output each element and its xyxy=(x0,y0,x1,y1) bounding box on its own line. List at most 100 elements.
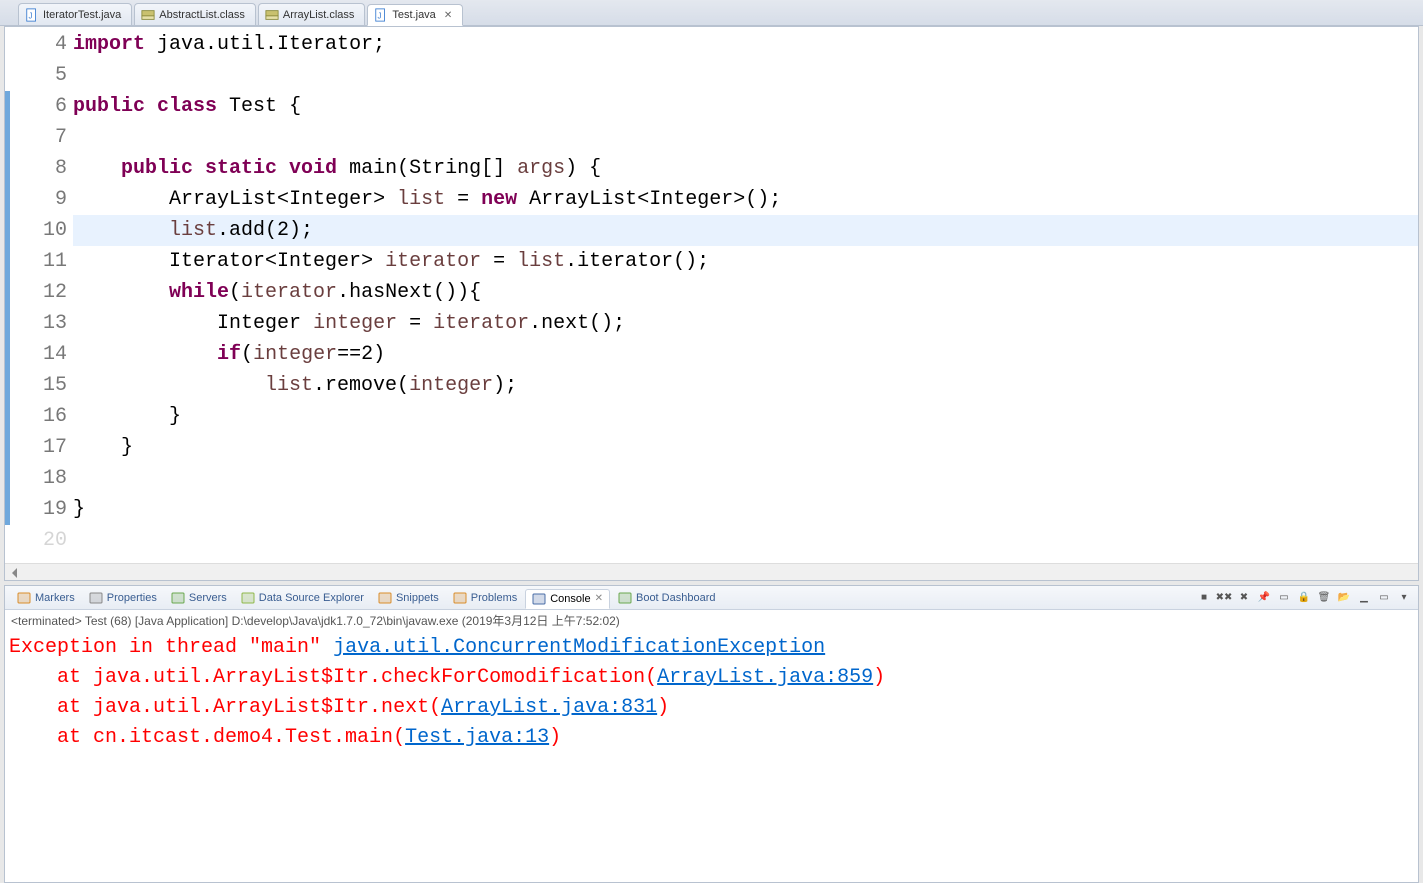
svg-text:J: J xyxy=(378,12,382,21)
remove-all-icon[interactable]: ✖✖ xyxy=(1216,590,1232,606)
code-line-6[interactable]: public class Test { xyxy=(73,91,1418,122)
console-output[interactable]: Exception in thread "main" java.util.Con… xyxy=(5,631,1418,755)
console-line-1: at java.util.ArrayList$Itr.checkForComod… xyxy=(9,663,1414,693)
tab-label: ArrayList.class xyxy=(283,9,355,21)
view-tab-label: Snippets xyxy=(396,592,439,604)
view-tab-data-source-explorer[interactable]: Data Source Explorer xyxy=(235,589,370,607)
view-tab-label: Data Source Explorer xyxy=(259,592,364,604)
line-number: 8 xyxy=(5,153,67,184)
problems-icon xyxy=(453,591,467,605)
console-text: at java.util.ArrayList$Itr.checkForComod… xyxy=(9,666,657,689)
console-text: at java.util.ArrayList$Itr.next( xyxy=(9,696,441,719)
console-text: at cn.itcast.demo4.Test.main( xyxy=(9,726,405,749)
view-tab-bar: Markers Properties Servers Data Source Expl… xyxy=(5,586,1418,610)
open-icon[interactable]: 📂 xyxy=(1336,590,1352,606)
line-number: 7 xyxy=(5,122,67,153)
view-tab-boot-dashboard[interactable]: Boot Dashboard xyxy=(612,589,722,607)
menu-icon[interactable]: ▾ xyxy=(1396,590,1412,606)
stacktrace-link[interactable]: Test.java:13 xyxy=(405,726,549,749)
java-file-icon: J xyxy=(25,8,39,22)
stacktrace-link[interactable]: ArrayList.java:831 xyxy=(441,696,657,719)
console-text: ) xyxy=(549,726,561,749)
tab-label: AbstractList.class xyxy=(159,9,245,21)
close-icon[interactable]: ✕ xyxy=(595,593,603,604)
line-number: 12 xyxy=(5,277,67,308)
dse-icon xyxy=(241,591,255,605)
view-tab-label: Servers xyxy=(189,592,227,604)
editor-tab-3[interactable]: J Test.java ✕ xyxy=(367,4,463,26)
code-line-17[interactable]: } xyxy=(73,432,1418,463)
remove-icon[interactable]: ✖ xyxy=(1236,590,1252,606)
class-file-icon xyxy=(141,8,155,22)
horizontal-scrollbar[interactable] xyxy=(5,563,1418,580)
line-number: 17 xyxy=(5,432,67,463)
code-line-15[interactable]: list.remove(integer); xyxy=(73,370,1418,401)
min-icon[interactable]: ▁ xyxy=(1356,590,1372,606)
close-icon[interactable]: ✕ xyxy=(444,10,452,21)
code-line-5[interactable] xyxy=(73,60,1418,91)
code-line-18[interactable] xyxy=(73,463,1418,494)
line-number: 13 xyxy=(5,308,67,339)
code-line-8[interactable]: public static void main(String[] args) { xyxy=(73,153,1418,184)
view-tab-label: Console xyxy=(550,593,590,605)
clear-icon[interactable]: 🗑 xyxy=(1316,590,1332,606)
tab-label: Test.java xyxy=(392,9,435,21)
console-line-0: Exception in thread "main" java.util.Con… xyxy=(9,633,1414,663)
view-tab-label: Properties xyxy=(107,592,157,604)
line-number: 14 xyxy=(5,339,67,370)
stacktrace-link[interactable]: java.util.ConcurrentModificationExceptio… xyxy=(333,636,825,659)
tab-label: IteratorTest.java xyxy=(43,9,121,21)
line-number: 10 xyxy=(5,215,67,246)
console-line-3: at cn.itcast.demo4.Test.main(Test.java:1… xyxy=(9,723,1414,753)
console-text: Exception in thread "main" xyxy=(9,636,333,659)
stop-icon[interactable]: ■ xyxy=(1196,590,1212,606)
line-number: 16 xyxy=(5,401,67,432)
line-number: 11 xyxy=(5,246,67,277)
view-tab-label: Boot Dashboard xyxy=(636,592,716,604)
console-line-2: at java.util.ArrayList$Itr.next(ArrayLis… xyxy=(9,693,1414,723)
line-number: 19 xyxy=(5,494,67,525)
view-tab-label: Markers xyxy=(35,592,75,604)
editor-tab-bar: J IteratorTest.java AbstractList.class Arra… xyxy=(0,0,1423,26)
view-tab-console[interactable]: Console ✕ xyxy=(525,589,610,609)
servers-icon xyxy=(171,591,185,605)
view-tab-servers[interactable]: Servers xyxy=(165,589,233,607)
svg-text:J: J xyxy=(29,11,33,20)
props-icon xyxy=(89,591,103,605)
editor-tab-1[interactable]: AbstractList.class xyxy=(134,3,256,25)
code-line-7[interactable] xyxy=(73,122,1418,153)
java-file-icon: J xyxy=(374,8,388,22)
console-toolbar: ■✖✖✖📌▭🔒🗑📂▁▭▾ xyxy=(1196,590,1412,606)
scroll-lock-icon[interactable]: 🔒 xyxy=(1296,590,1312,606)
code-line-16[interactable]: } xyxy=(73,401,1418,432)
editor-tab-0[interactable]: J IteratorTest.java xyxy=(18,3,132,25)
max-icon[interactable]: ▭ xyxy=(1376,590,1392,606)
view-tab-properties[interactable]: Properties xyxy=(83,589,163,607)
view-tab-label: Problems xyxy=(471,592,517,604)
console-icon xyxy=(532,592,546,606)
code-line-10[interactable]: list.add(2); xyxy=(73,215,1418,246)
folding-marker xyxy=(5,91,10,525)
console-status-line: <terminated> Test (68) [Java Application… xyxy=(5,610,1418,631)
view-tab-markers[interactable]: Markers xyxy=(11,589,81,607)
pin-icon[interactable]: 📌 xyxy=(1256,590,1272,606)
code-line-19[interactable]: } xyxy=(73,494,1418,525)
code-line-14[interactable]: if(integer==2) xyxy=(73,339,1418,370)
code-line-9[interactable]: ArrayList<Integer> list = new ArrayList<… xyxy=(73,184,1418,215)
editor-tab-2[interactable]: ArrayList.class xyxy=(258,3,366,25)
boot-icon xyxy=(618,591,632,605)
line-number-gutter: 4567891011121314151617181920 xyxy=(5,27,73,563)
line-number: 5 xyxy=(5,60,67,91)
snippets-icon xyxy=(378,591,392,605)
display-icon[interactable]: ▭ xyxy=(1276,590,1292,606)
stacktrace-link[interactable]: ArrayList.java:859 xyxy=(657,666,873,689)
view-tab-snippets[interactable]: Snippets xyxy=(372,589,445,607)
console-text: ) xyxy=(873,666,885,689)
class-file-icon xyxy=(265,8,279,22)
code-line-13[interactable]: Integer integer = iterator.next(); xyxy=(73,308,1418,339)
code-line-12[interactable]: while(iterator.hasNext()){ xyxy=(73,277,1418,308)
code-line-4[interactable]: import java.util.Iterator; xyxy=(73,29,1418,60)
code-line-11[interactable]: Iterator<Integer> iterator = list.iterat… xyxy=(73,246,1418,277)
view-tab-problems[interactable]: Problems xyxy=(447,589,523,607)
code-area[interactable]: import java.util.Iterator; public class … xyxy=(73,27,1418,563)
